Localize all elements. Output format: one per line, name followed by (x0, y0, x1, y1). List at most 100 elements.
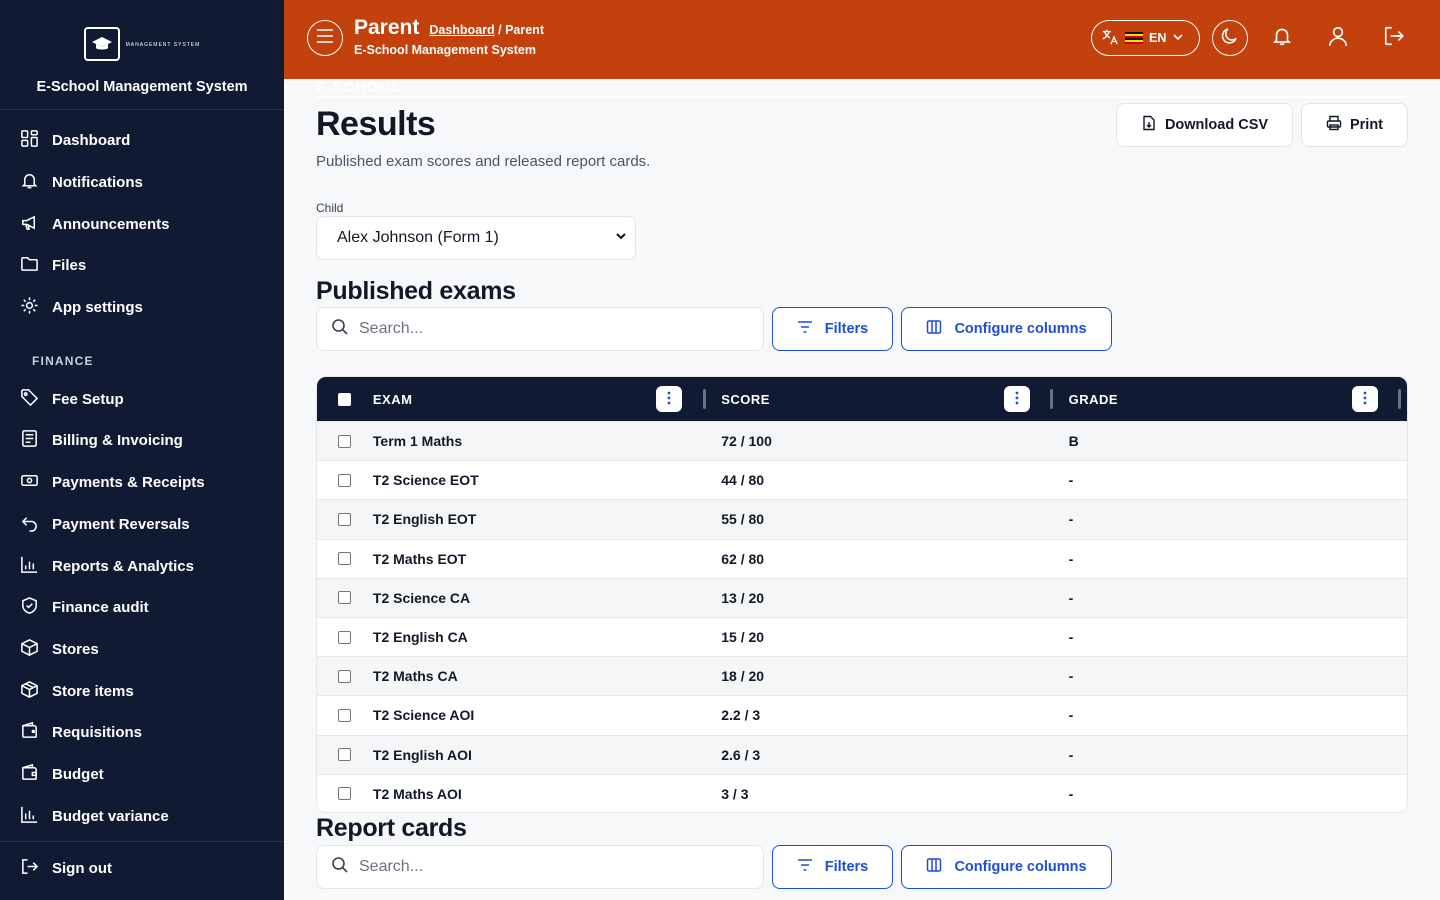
sidebar-item-billing-invoicing[interactable]: Billing & Invoicing (0, 420, 284, 462)
table-row[interactable]: T2 Science EOT 44 / 80 - (317, 460, 1407, 500)
graduation-cap-icon (83, 27, 120, 61)
cell-exam: T2 Science EOT (372, 472, 479, 489)
row-checkbox[interactable] (338, 630, 352, 644)
report-cards-search-input[interactable]: Search... (316, 845, 764, 889)
column-resize-handle[interactable] (702, 389, 706, 409)
table-row[interactable]: Term 1 Maths 72 / 100 B (317, 421, 1407, 461)
sidebar-item-announcements[interactable]: Announcements (0, 203, 284, 245)
kebab-icon (1015, 391, 1019, 408)
column-resize-handle[interactable] (1397, 389, 1401, 409)
sidebar-item-reports-analytics[interactable]: Reports & Analytics (0, 545, 284, 587)
logout-button[interactable] (1382, 26, 1406, 50)
row-checkbox[interactable] (338, 669, 352, 683)
column-menu-button[interactable] (655, 386, 682, 412)
sign-out-label: Sign out (52, 859, 112, 877)
column-menu-button[interactable] (1351, 386, 1378, 412)
table-row[interactable]: T2 Science CA 13 / 20 - (317, 577, 1407, 617)
sidebar-item-budget[interactable]: Budget (0, 754, 284, 796)
published-exams-table: EXAM SCORE GRADE Term 1 Maths 72 / 100 B T… (316, 376, 1408, 813)
column-menu-button[interactable] (1004, 386, 1031, 412)
column-header-grade[interactable]: GRADE (1069, 377, 1407, 421)
invoice-icon (20, 429, 39, 452)
sidebar-item-label: Budget (52, 765, 104, 783)
table-row[interactable]: T2 Maths CA 18 / 20 - (317, 656, 1407, 696)
theme-toggle-button[interactable] (1212, 20, 1248, 56)
row-checkbox[interactable] (338, 434, 352, 448)
cell-score: 44 / 80 (721, 472, 765, 489)
table-row[interactable]: T2 Maths AOI 3 / 3 - (317, 773, 1407, 812)
breadcrumb: Dashboard / Parent (429, 23, 544, 37)
sidebar-item-label: Stores (52, 640, 99, 658)
sidebar-item-stores[interactable]: Stores (0, 629, 284, 671)
language-selector[interactable]: EN (1091, 20, 1200, 56)
column-resize-handle[interactable] (1050, 389, 1054, 409)
child-select[interactable]: Alex Johnson (Form 1) (316, 216, 636, 260)
breadcrumb-current: Parent (505, 23, 544, 37)
notifications-button[interactable] (1270, 26, 1294, 50)
column-header-exam[interactable]: EXAM (373, 377, 721, 421)
sign-out-button[interactable]: Sign out (0, 842, 284, 894)
filter-icon (797, 858, 813, 876)
row-checkbox[interactable] (338, 787, 352, 801)
published-configure-columns-button[interactable]: Configure columns (901, 307, 1112, 351)
top-header: Parent Dashboard / Parent E-School Manag… (284, 0, 1440, 79)
published-search-input[interactable]: Search... (316, 307, 764, 351)
table-row[interactable]: T2 English AOI 2.6 / 3 - (317, 734, 1407, 774)
sidebar-item-dashboard[interactable]: Dashboard (0, 120, 284, 162)
row-checkbox[interactable] (338, 552, 352, 566)
cell-grade: - (1068, 746, 1074, 763)
cell-grade: - (1068, 511, 1074, 528)
download-csv-button[interactable]: Download CSV (1116, 103, 1293, 147)
filters-label: Filters (824, 859, 869, 875)
bar-chart-icon (20, 805, 39, 828)
user-icon (1327, 25, 1349, 52)
row-checkbox[interactable] (338, 473, 352, 487)
configure-columns-label: Configure columns (954, 321, 1087, 337)
published-filters-button[interactable]: Filters (772, 307, 893, 351)
app-logo[interactable]: E-SCHOOL MANAGEMENT SYSTEM (83, 26, 1408, 98)
menu-toggle-button[interactable] (307, 20, 343, 56)
search-icon (331, 318, 349, 341)
sidebar-item-payments-receipts[interactable]: Payments & Receipts (0, 462, 284, 504)
table-row[interactable]: T2 English CA 15 / 20 - (317, 616, 1407, 657)
select-all-checkbox[interactable] (338, 392, 352, 406)
table-row[interactable]: T2 Maths EOT 62 / 80 - (317, 538, 1407, 578)
report-cards-configure-columns-button[interactable]: Configure columns (901, 845, 1112, 889)
row-checkbox[interactable] (338, 512, 352, 526)
cell-exam: T2 Maths CA (372, 668, 458, 685)
sidebar-nav: Dashboard Notifications Announcements Fi… (0, 120, 284, 837)
table-row[interactable]: T2 English EOT 55 / 80 - (317, 499, 1407, 539)
sidebar-section-finance: FINANCE (32, 354, 94, 369)
print-button[interactable]: Print (1301, 103, 1408, 147)
child-select-value: Alex Johnson (Form 1) (337, 229, 499, 246)
profile-button[interactable] (1326, 26, 1350, 50)
cell-score: 18 / 20 (721, 668, 765, 685)
sidebar-item-requisitions[interactable]: Requisitions (0, 712, 284, 754)
header-title: Parent Dashboard / Parent (354, 16, 544, 40)
report-cards-filters-button[interactable]: Filters (772, 845, 893, 889)
sidebar-item-payment-reversals[interactable]: Payment Reversals (0, 504, 284, 546)
sidebar-item-store-items[interactable]: Store items (0, 670, 284, 712)
sidebar-item-app-settings[interactable]: App settings (0, 287, 284, 329)
row-checkbox[interactable] (338, 708, 352, 722)
chevron-down-icon (1172, 31, 1184, 46)
search-icon (331, 856, 349, 879)
column-header-score[interactable]: SCORE (721, 377, 1068, 421)
cell-grade: - (1068, 589, 1074, 606)
table-row[interactable]: T2 Science AOI 2.2 / 3 - (317, 695, 1407, 735)
sidebar-item-notifications[interactable]: Notifications (0, 162, 284, 204)
role-title: Parent (354, 16, 420, 39)
download-csv-label: Download CSV (1164, 117, 1269, 133)
sidebar-item-files[interactable]: Files (0, 245, 284, 287)
moon-icon (1220, 26, 1240, 51)
sidebar-item-finance-audit[interactable]: Finance audit (0, 587, 284, 629)
row-checkbox[interactable] (338, 591, 352, 605)
sidebar-item-fee-setup[interactable]: Fee Setup (0, 378, 284, 420)
logo-title: E-SCHOOL (316, 79, 1408, 98)
sidebar-brand: E-SCHOOL MANAGEMENT SYSTEM E-School Mana… (0, 0, 1408, 110)
breadcrumb-dashboard-link[interactable]: Dashboard (429, 23, 494, 37)
printer-icon (1326, 115, 1342, 135)
table-header: EXAM SCORE GRADE (317, 377, 1407, 421)
row-checkbox[interactable] (338, 748, 352, 762)
sidebar-item-budget-variance[interactable]: Budget variance (0, 795, 284, 837)
